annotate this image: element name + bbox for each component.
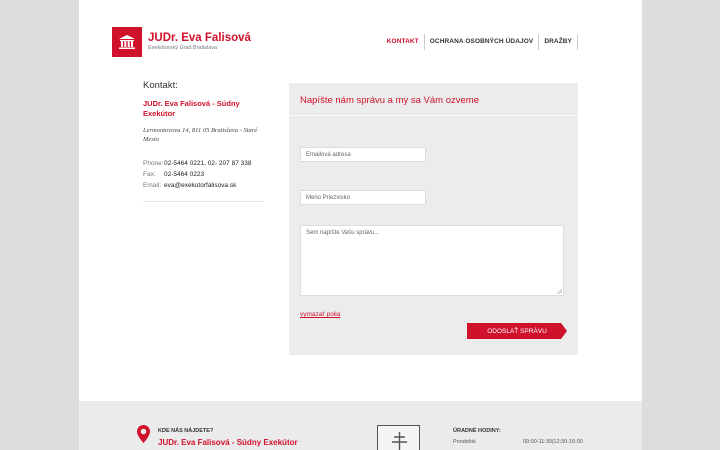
nav-item-kontakt[interactable]: KONTAKT <box>382 34 425 50</box>
fax-label: Fax: <box>143 171 156 178</box>
resize-handle-icon[interactable] <box>557 289 562 294</box>
footer: KDE NÁS NÁJDETE? JUDr. Eva Falisová - Sú… <box>79 401 642 450</box>
submit-button[interactable]: ODOSLAŤ SPRÁVU <box>467 323 567 339</box>
footer-find-label: KDE NÁS NÁJDETE? <box>158 428 214 434</box>
courthouse-icon <box>112 27 142 57</box>
nav-item-drazby[interactable]: DRAŽBY <box>539 34 578 50</box>
name-input[interactable]: Meno Priezvisko <box>300 190 426 205</box>
brand-subtitle: Exekútorský Úrad Bratislava <box>148 45 218 51</box>
contact-address: Lermontovova 14, 811 05 Bratislava - Sta… <box>143 127 258 143</box>
phone-label: Phone: <box>143 160 164 167</box>
footer-firm-name: JUDr. Eva Falisová - Súdny Exekútor <box>158 438 298 447</box>
office-hours-time: 09:00-11:30|12:30-16:00 <box>523 439 583 445</box>
message-textarea[interactable]: Sem napíšte Vašu správu... <box>300 225 564 296</box>
form-heading: Napíšte nám správu a my sa Vám ozveme <box>289 83 578 116</box>
phone-row: Phone: 02-5464 0221, 02- 207 87 338 <box>143 158 265 169</box>
nav-item-ochrana-osobnych-udajov[interactable]: OCHRANA OSOBNÝCH ÚDAJOV <box>425 34 540 50</box>
main-nav: KONTAKT OCHRANA OSOBNÝCH ÚDAJOV DRAŽBY <box>382 34 578 50</box>
contact-form: Napíšte nám správu a my sa Vám ozveme Em… <box>289 83 578 355</box>
message-placeholder: Sem napíšte Vašu správu... <box>306 230 380 236</box>
email-link[interactable]: eva@exekutorfalisova.sk <box>164 180 236 191</box>
email-label: Email: <box>143 182 162 189</box>
office-hours-day: Pondelok <box>453 439 476 445</box>
email-input[interactable]: Emailová adresa <box>300 147 426 162</box>
brand-logo[interactable]: JUDr. Eva Falisová Exekútorský Úrad Brat… <box>112 27 251 57</box>
brand-name: JUDr. Eva Falisová <box>148 32 251 44</box>
contact-heading: Kontakt: <box>143 80 178 91</box>
contact-divider <box>143 201 263 202</box>
contact-firm-name: JUDr. Eva Falisová - Súdny Exekútor <box>143 99 240 118</box>
phone-value: 02-5464 0221, 02- 207 87 338 <box>164 160 252 167</box>
location-pin-icon <box>137 425 150 443</box>
fax-row: Fax: 02-5464 0223 <box>143 169 265 180</box>
coat-of-arms-icon <box>377 425 420 450</box>
email-row: Email: eva@exekutorfalisova.sk <box>143 180 265 191</box>
contact-section: Kontakt: JUDr. Eva Falisová - Súdny Exek… <box>143 80 265 202</box>
fax-value: 02-5464 0223 <box>164 171 205 178</box>
clear-fields-link[interactable]: vymazať polia <box>300 311 340 318</box>
office-hours-label: ÚRADNÉ HODINY: <box>453 428 501 434</box>
